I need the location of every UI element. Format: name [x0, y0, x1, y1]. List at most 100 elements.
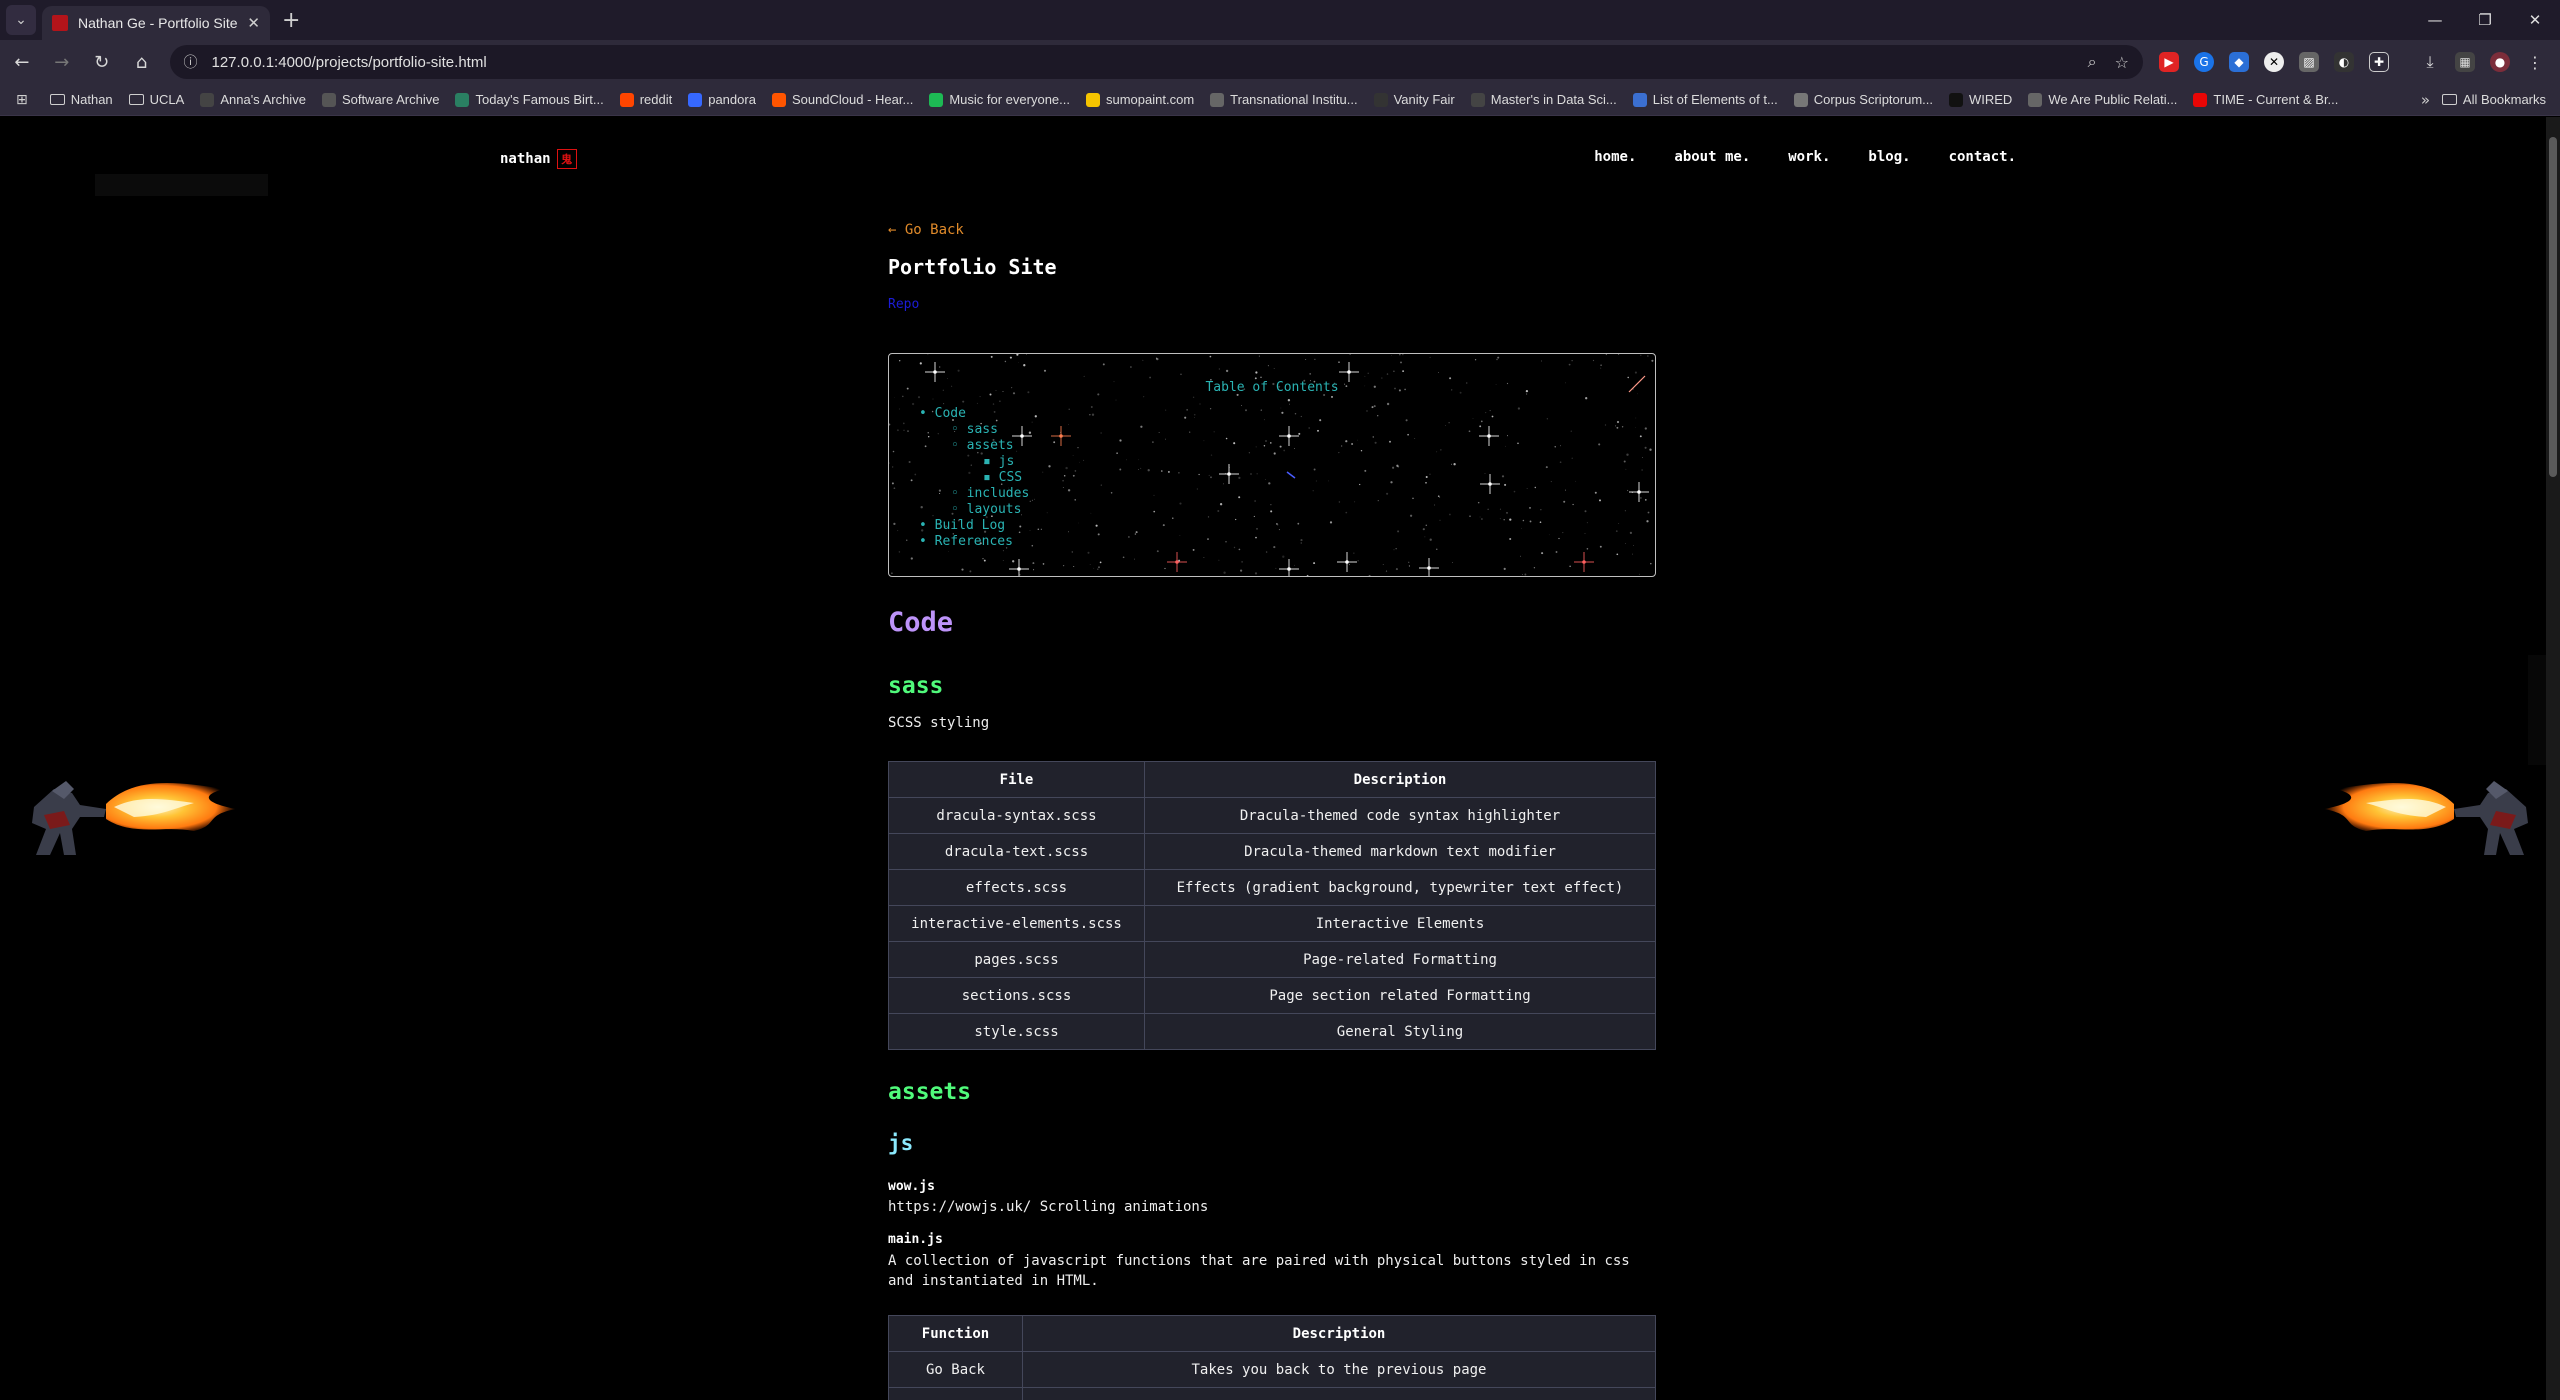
toc-title: Table of Contents — [1205, 380, 1339, 395]
site-info-icon[interactable]: ⓘ — [184, 52, 198, 72]
toc-item[interactable]: ◦ sass — [919, 422, 1029, 438]
active-tab[interactable]: Nathan Ge - Portfolio Site ✕ — [42, 6, 270, 40]
mds-icon — [1470, 92, 1485, 107]
window-close-button[interactable]: ✕ — [2510, 0, 2560, 40]
bookmark-item[interactable]: UCLA — [128, 92, 185, 107]
sass-files-table: File Description dracula-syntax.scss Drac… — [888, 761, 1656, 1050]
spotify-icon — [929, 92, 944, 107]
toc-item[interactable]: ▪ js — [919, 454, 1029, 470]
elements-icon — [1632, 92, 1647, 107]
bookmark-item[interactable]: We Are Public Relati... — [2028, 92, 2177, 107]
more-bookmarks-icon[interactable]: » — [2421, 91, 2430, 109]
bookmark-item[interactable]: Anna's Archive — [200, 92, 306, 107]
extension-icon[interactable]: ▨ — [2298, 52, 2319, 72]
downloads-icon[interactable]: ⤓ — [2420, 52, 2440, 72]
toc-item[interactable]: ◦ layouts — [919, 502, 1029, 518]
bookmark-label: reddit — [639, 92, 673, 107]
bookmark-item[interactable]: List of Elements of t... — [1632, 92, 1778, 107]
section-heading-assets: assets — [888, 1079, 972, 1105]
scrollbar-thumb[interactable] — [2549, 137, 2557, 477]
extension-icon[interactable]: ✕ — [2263, 52, 2284, 72]
url-text[interactable]: 127.0.0.1:4000/projects/portfolio-site.h… — [212, 54, 2070, 71]
folder-icon — [128, 94, 144, 105]
nav-work[interactable]: work. — [1788, 149, 1830, 165]
address-bar[interactable]: ⓘ 127.0.0.1:4000/projects/portfolio-site… — [169, 45, 2143, 79]
back-button[interactable]: ← — [4, 44, 40, 80]
section-heading-code: Code — [888, 607, 954, 638]
bookmark-label: We Are Public Relati... — [2048, 92, 2178, 107]
section-heading-js: js — [888, 1131, 914, 1155]
profile-avatar[interactable]: ● — [2489, 52, 2510, 72]
bookmark-item[interactable]: Vanity Fair — [1373, 92, 1455, 107]
site-favicon — [52, 15, 68, 31]
folder-icon — [2441, 94, 2457, 105]
nav-blog[interactable]: blog. — [1868, 149, 1910, 165]
hidden-side-element — [2528, 655, 2546, 765]
bookmark-item[interactable]: Nathan — [49, 92, 113, 107]
all-bookmarks-button[interactable]: All Bookmarks — [2441, 92, 2546, 107]
bookmark-item[interactable]: Master's in Data Sci... — [1470, 92, 1617, 107]
main-js-description: A collection of javascript functions tha… — [888, 1253, 1630, 1289]
page-scrollbar[interactable] — [2546, 117, 2560, 1400]
globe-icon — [455, 92, 470, 107]
bookmark-item[interactable]: reddit — [619, 92, 673, 107]
extension-icon[interactable]: ◆ — [2228, 52, 2249, 72]
bookmark-star-icon[interactable]: ☆ — [2115, 53, 2129, 72]
tab-search-button[interactable]: ⌄ — [6, 5, 36, 35]
bookmark-item[interactable]: SoundCloud - Hear... — [771, 92, 913, 107]
toc-item[interactable]: • Build Log — [919, 518, 1029, 534]
bookmark-item[interactable]: WIRED — [1948, 92, 2013, 107]
bookmark-item[interactable]: TIME - Current & Br... — [2193, 92, 2338, 107]
toc-item[interactable]: ▪ CSS — [919, 470, 1029, 486]
zoom-icon[interactable]: ⌕ — [2088, 52, 2097, 72]
bookmark-item[interactable]: Transnational Institu... — [1210, 92, 1358, 107]
bookmark-item[interactable]: Today's Famous Birt... — [455, 92, 604, 107]
apps-grid-icon[interactable]: ⊞ — [16, 92, 28, 108]
bookmark-item[interactable]: sumopaint.com — [1086, 92, 1194, 107]
home-button[interactable]: ⌂ — [124, 44, 160, 80]
site-logo[interactable]: nathan 鬼 — [500, 149, 577, 169]
table-cell: Page-related Formatting — [1144, 941, 1656, 978]
bookmark-label: WIRED — [1968, 92, 2013, 107]
repo-link[interactable]: Repo — [888, 297, 919, 312]
nav-home[interactable]: home. — [1594, 149, 1636, 165]
reload-button[interactable]: ↻ — [84, 44, 120, 80]
extensions-puzzle-icon[interactable]: ✚ — [2368, 52, 2389, 72]
go-back-link[interactable]: ← Go Back — [888, 222, 964, 238]
bookmark-item[interactable]: Software Archive — [321, 92, 439, 107]
table-cell: Go Back — [888, 1351, 1023, 1388]
table-cell — [888, 1387, 1023, 1400]
bookmark-label: UCLA — [149, 92, 185, 107]
tab-groups-icon[interactable]: ▦ — [2454, 52, 2475, 72]
bookmark-item[interactable]: Music for everyone... — [929, 92, 1070, 107]
hidden-element — [95, 174, 268, 196]
table-header: Function — [888, 1315, 1023, 1352]
a-icon — [200, 92, 215, 107]
browser-tab-bar: ⌄ Nathan Ge - Portfolio Site ✕ + — ❐ ✕ — [0, 0, 2560, 40]
new-tab-button[interactable]: + — [282, 8, 300, 33]
bookmark-label: Anna's Archive — [220, 92, 306, 107]
bookmark-label: Master's in Data Sci... — [1490, 92, 1617, 107]
tab-close-icon[interactable]: ✕ — [247, 14, 260, 32]
translate-extension-icon[interactable]: G — [2193, 52, 2214, 72]
extension-icon[interactable]: ◐ — [2333, 52, 2354, 72]
window-controls: — ❐ ✕ — [2410, 0, 2560, 40]
bookmark-item[interactable]: Corpus Scriptorum... — [1793, 92, 1933, 107]
toc-item[interactable]: • References — [919, 534, 1029, 550]
table-cell: Effects (gradient background, typewriter… — [1144, 869, 1656, 906]
toc-item[interactable]: ◦ includes — [919, 486, 1029, 502]
nav-contact[interactable]: contact. — [1949, 149, 2016, 165]
minimize-button[interactable]: — — [2410, 0, 2460, 40]
youtube-extension-icon[interactable]: ▶ — [2158, 52, 2179, 72]
nav-about[interactable]: about me. — [1674, 149, 1750, 165]
browser-menu-icon[interactable]: ⋮ — [2525, 52, 2545, 72]
table-cell: interactive-elements.scss — [888, 905, 1145, 942]
bookmark-label: pandora — [708, 92, 756, 107]
toc-item[interactable]: ◦ assets — [919, 438, 1029, 454]
forward-button[interactable]: → — [44, 44, 80, 80]
table-row: dracula-text.scss Dracula-themed markdown… — [888, 833, 1656, 870]
bookmark-item[interactable]: pandora — [688, 92, 756, 107]
bookmark-label: Transnational Institu... — [1230, 92, 1358, 107]
restore-button[interactable]: ❐ — [2460, 0, 2510, 40]
toc-item[interactable]: • Code — [919, 406, 1029, 422]
